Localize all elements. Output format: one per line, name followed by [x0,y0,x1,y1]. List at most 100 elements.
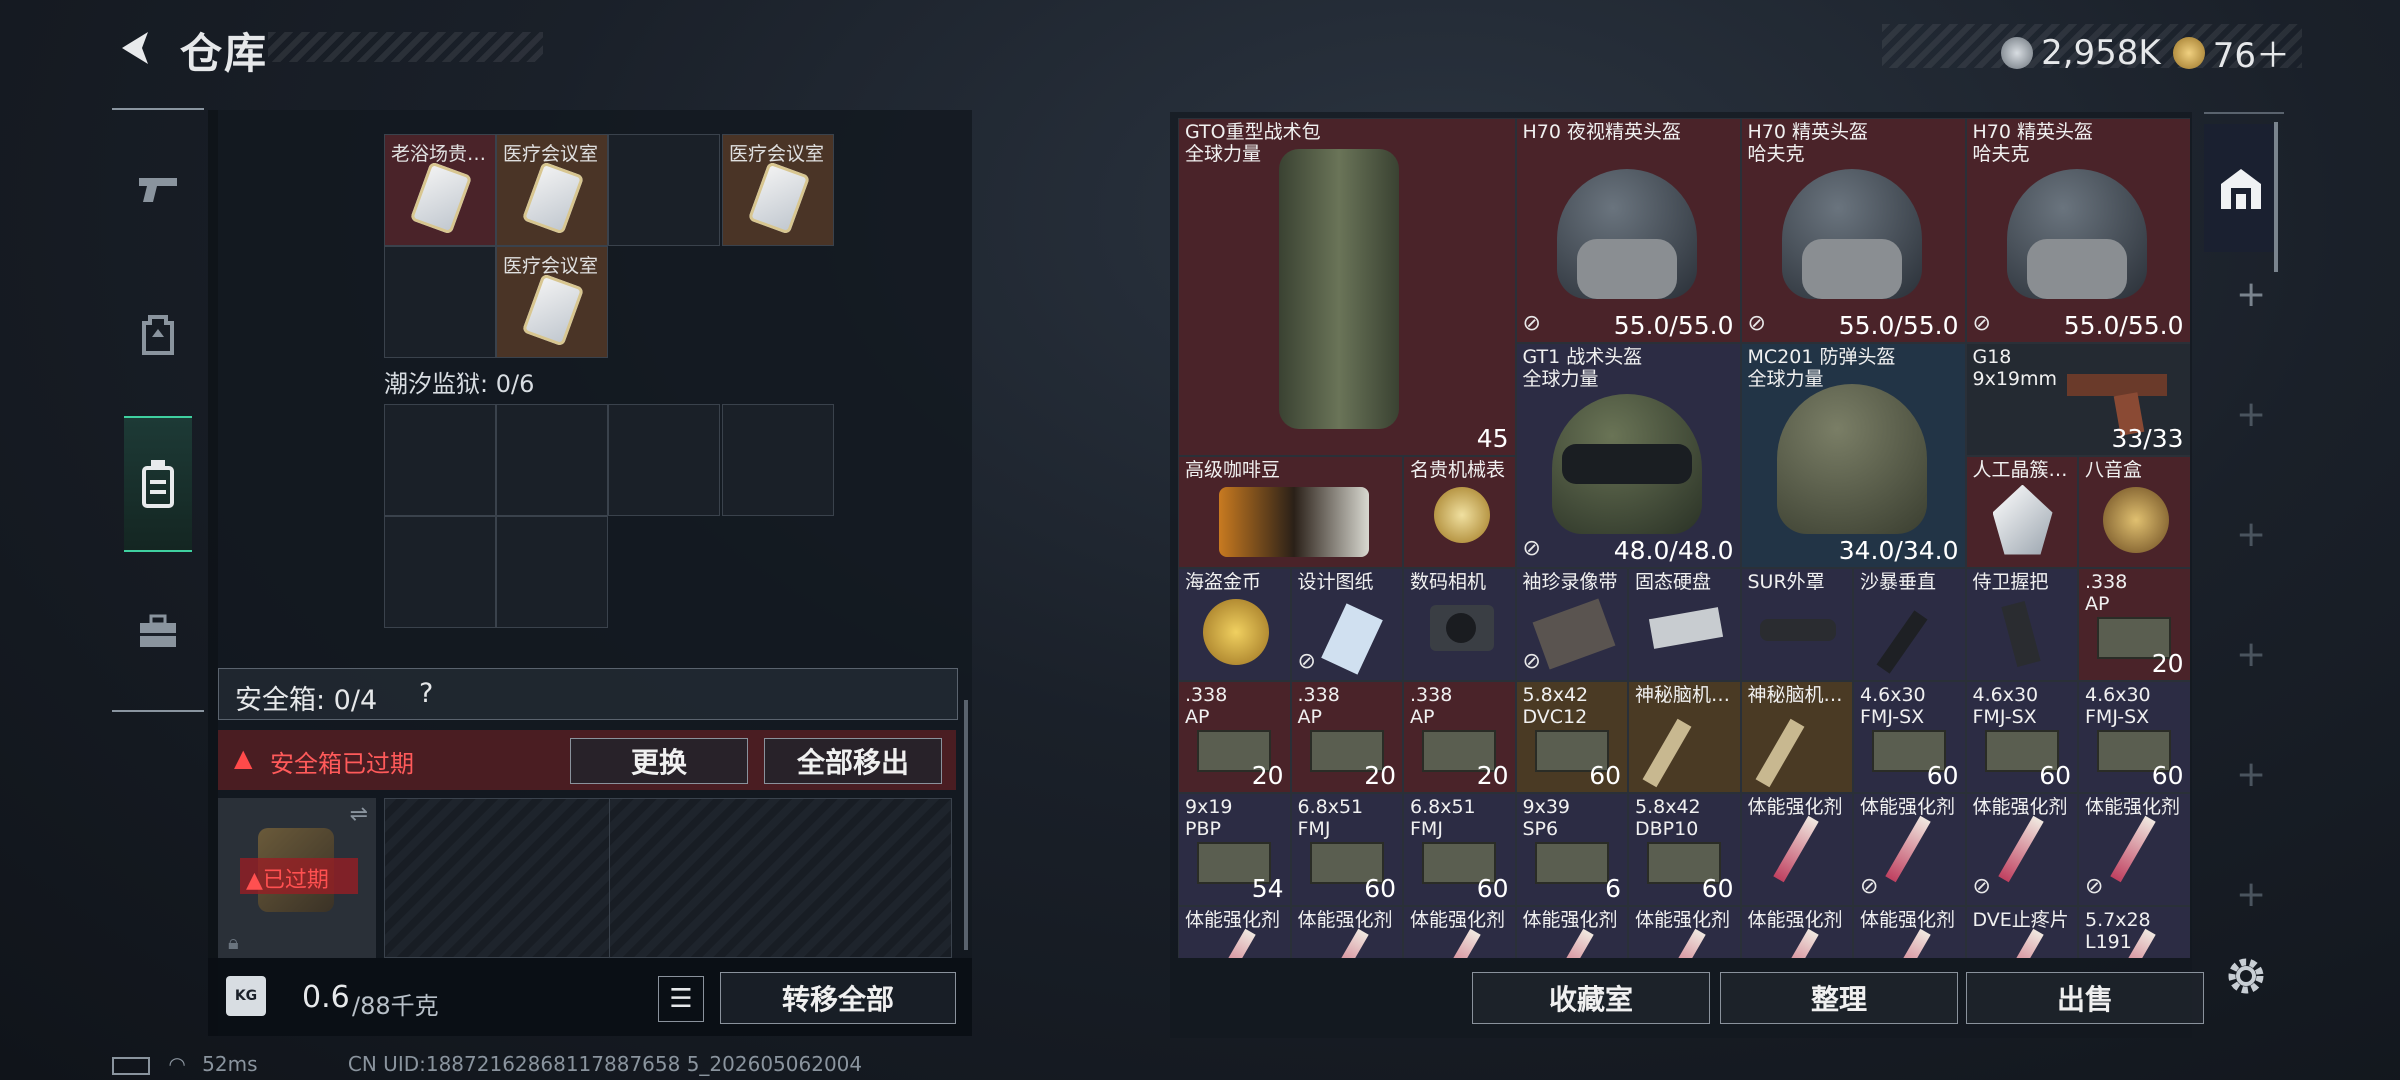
inventory-item[interactable]: G18 9x19mm 33/33 [1965,343,2190,456]
transfer-all-button[interactable]: 转移全部 [720,972,956,1024]
safebox-slot[interactable]: ▲已过期 ⇌ 🔒︎ [218,798,376,958]
empty-slot[interactable] [384,404,496,516]
inventory-item[interactable]: DVE止疼片 [1965,905,2078,958]
list-icon[interactable]: ☰ [658,976,704,1022]
uid-text: CN UID:18872162868117887658 5_2026050620… [347,1052,863,1076]
empty-slot[interactable] [608,404,720,516]
swap-icon[interactable]: ⇌ [350,802,368,827]
inventory-item[interactable]: 9x19 PBP 54 [1178,793,1291,906]
item-name: H70 夜视精英头盔 [1522,121,1682,143]
item-name: 神秘脑机… [1635,683,1731,706]
inventory-item[interactable]: 体能强化剂 [1628,905,1741,958]
inventory-item[interactable]: .338 AP 20 [1403,680,1516,793]
item-count: 55.0/55.0 [1613,311,1734,340]
item-count: 55.0/55.0 [1838,311,1959,340]
tab-tools[interactable] [124,586,192,676]
plus-icon[interactable]: + [2236,514,2266,555]
gold-currency[interactable]: 76＋ [2213,36,2290,76]
inventory-slot[interactable]: 医疗会议室 [496,134,608,246]
inventory-item[interactable]: MC201 防弹头盔 全球力量 34.0/34.0 [1740,343,1966,568]
inventory-item[interactable]: 体能强化剂 ⊘ [2078,793,2190,906]
expired-text: 安全箱已过期 [270,750,414,778]
inventory-item[interactable]: 体能强化剂 [1178,905,1291,958]
inventory-item[interactable]: 体能强化剂 [1853,905,1966,958]
inventory-item[interactable]: 数码相机 [1403,568,1516,681]
inventory-item[interactable]: 人工晶簇… [1965,455,2078,568]
sell-button[interactable]: 出售 [1966,972,2204,1024]
empty-slot[interactable] [608,134,720,246]
inventory-slot[interactable]: 老浴场贵… [384,134,496,246]
item-name: 体能强化剂 [1747,796,1843,818]
inventory-item[interactable]: 固态硬盘 [1628,568,1741,681]
inventory-item[interactable]: SUR外罩 [1740,568,1853,681]
inventory-item[interactable]: .338 AP 20 [1178,680,1291,793]
tab-weapons[interactable] [124,144,192,234]
add-tab-plus-icon[interactable]: + [2236,274,2266,315]
inventory-item[interactable]: H70 精英头盔 哈夫克 55.0/55.0 ⊘ [1740,118,1966,343]
item-name: 设计图纸 [1297,571,1374,593]
move-all-out-button[interactable]: 全部移出 [764,738,942,784]
empty-slot[interactable] [384,246,496,358]
inventory-item[interactable]: H70 夜视精英头盔 55.0/55.0 ⊘ [1515,118,1741,343]
inventory-item[interactable]: GT1 战术头盔 全球力量 48.0/48.0 ⊘ [1515,343,1741,568]
inventory-item[interactable]: 体能强化剂 [1740,905,1853,958]
scrollbar[interactable] [964,700,968,950]
item-name: 体能强化剂 [1747,908,1843,931]
tab-equipment[interactable] [124,290,192,380]
tab-warehouse-main[interactable] [2204,124,2276,252]
item-count: 60 [1589,761,1621,790]
inventory-item[interactable]: 名贵机械表 [1403,455,1516,568]
inventory-item[interactable]: 体能强化剂 [1403,905,1516,958]
inventory-item[interactable]: 6.8x51 FMJ 60 [1403,793,1516,906]
tabs-scrollbar[interactable] [2274,122,2278,272]
inventory-slot[interactable]: 医疗会议室 [496,246,608,358]
inventory-item[interactable]: 4.6x30 FMJ-SX 60 [1853,680,1966,793]
inventory-item[interactable]: GTO重型战术包 全球力量 45 [1178,118,1516,456]
empty-slot[interactable] [722,404,834,516]
plus-icon[interactable]: + [2236,394,2266,435]
plus-icon[interactable]: + [2236,754,2266,795]
inventory-item[interactable]: 神秘脑机… [1628,680,1741,793]
inventory-item[interactable]: .338 AP 20 [1290,680,1403,793]
settings-button[interactable] [2222,952,2270,1000]
inventory-item[interactable]: 神秘脑机… [1740,680,1853,793]
inventory-item[interactable]: 袖珍录像带 ⊘ [1515,568,1628,681]
item-count: 60 [1926,761,1959,790]
inventory-item[interactable]: 体能强化剂 [1740,793,1853,906]
inventory-item[interactable]: 设计图纸 ⊘ [1290,568,1403,681]
inventory-item[interactable]: .338 AP 20 [2078,568,2190,681]
inventory-item[interactable]: 侍卫握把 [1965,568,2078,681]
plus-icon[interactable]: + [2236,634,2266,675]
inventory-slot[interactable]: 医疗会议室 [722,134,834,246]
collection-room-button[interactable]: 收藏室 [1472,972,1710,1024]
item-name: 6.8x51 FMJ [1410,796,1476,840]
inventory-item[interactable]: 沙暴垂直 [1853,568,1966,681]
inventory-item[interactable]: 5.7x28 L191 [2078,905,2190,958]
inventory-item[interactable]: 5.8x42 DVC12 60 [1515,680,1628,793]
inventory-item[interactable]: 6.8x51 FMJ 60 [1290,793,1403,906]
inventory-item[interactable]: 体能强化剂 [1515,905,1628,958]
inventory-item[interactable]: H70 精英头盔 哈夫克 55.0/55.0 ⊘ [1965,118,2190,343]
item-name: 沙暴垂直 [1860,571,1937,593]
inventory-item[interactable]: 4.6x30 FMJ-SX 60 [1965,680,2078,793]
empty-slot[interactable] [496,516,608,628]
inventory-item[interactable]: 海盗金币 [1178,568,1291,681]
sort-button[interactable]: 整理 [1720,972,1958,1024]
inventory-item[interactable]: 高级咖啡豆 [1178,455,1403,568]
broken-durability-icon: ⊘ [1297,648,1316,674]
broken-durability-icon: ⊘ [1860,873,1879,899]
inventory-item[interactable]: 5.8x42 DBP10 60 [1628,793,1741,906]
empty-slot[interactable] [384,516,496,628]
inventory-item[interactable]: 八音盒 [2078,455,2190,568]
plus-icon[interactable]: + [2236,874,2266,915]
replace-button[interactable]: 更换 [570,738,748,784]
tab-containers[interactable] [124,416,192,552]
inventory-item[interactable]: 体能强化剂 ⊘ [1853,793,1966,906]
empty-slot[interactable] [496,404,608,516]
inventory-item[interactable]: 9x39 SP6 6 [1515,793,1628,906]
inventory-item[interactable]: 体能强化剂 [1290,905,1403,958]
inventory-item[interactable]: 4.6x30 FMJ-SX 60 [2078,680,2190,793]
back-button[interactable] [112,26,156,70]
inventory-item[interactable]: 体能强化剂 ⊘ [1965,793,2078,906]
help-icon[interactable]: ? [419,678,433,709]
